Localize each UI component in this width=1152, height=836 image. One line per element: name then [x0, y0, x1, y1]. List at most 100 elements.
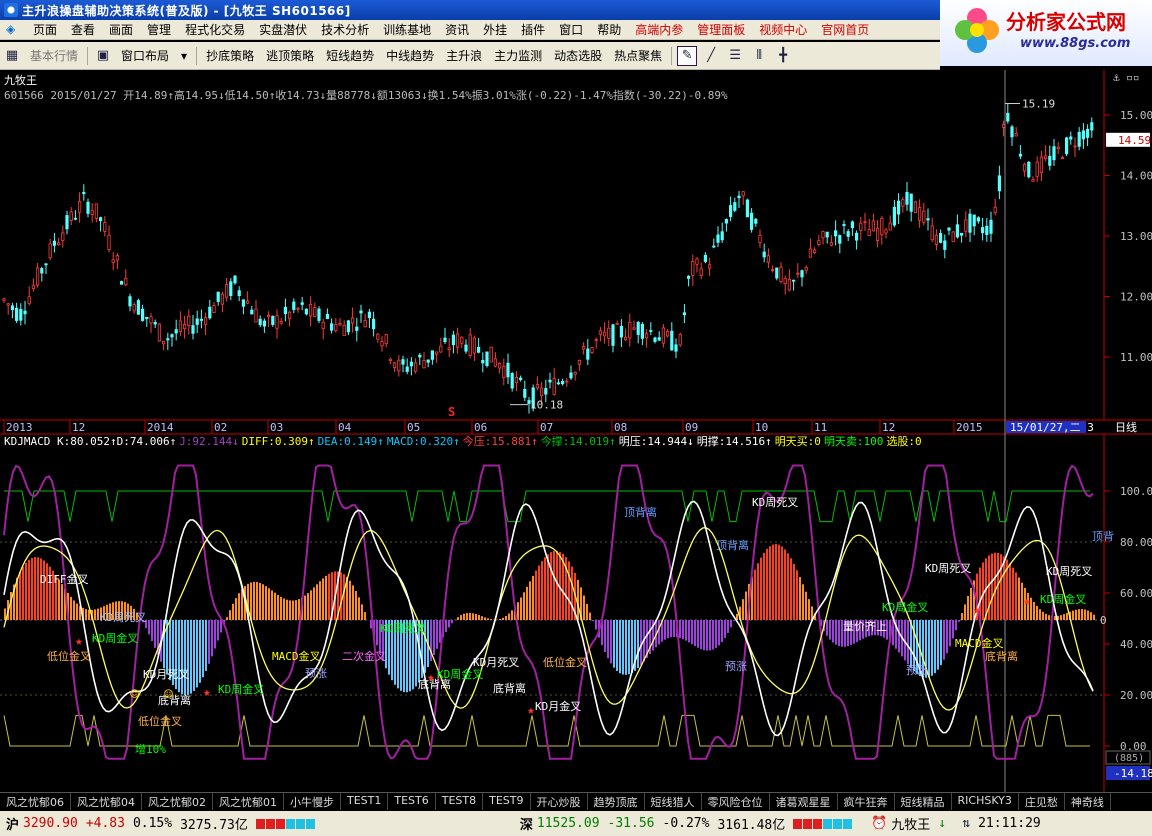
strategy-button[interactable]: 主力监测 — [488, 45, 548, 66]
indicator-value: 今压:15.881↑ — [462, 435, 538, 448]
menu-item[interactable]: 插件 — [514, 21, 552, 38]
candle-body — [44, 263, 48, 266]
chart-canvas[interactable]: 15.00 14.00 13.00 12.00 11.00 14.59 15.19 10.18… — [0, 70, 1152, 792]
strategy-button[interactable]: 抄底策略 — [200, 45, 260, 66]
candle-body — [216, 291, 220, 302]
anchor-icon[interactable]: ⚓ ▫▫ — [1113, 71, 1140, 84]
strategy-button[interactable]: 短线趋势 — [320, 45, 380, 66]
menu-item[interactable]: 帮助 — [590, 21, 628, 38]
candle-body — [36, 267, 40, 286]
macd-bar — [799, 577, 801, 620]
menu-item-red[interactable]: 官网首页 — [814, 21, 876, 38]
macd-bar — [304, 595, 306, 620]
candle-body — [317, 308, 321, 321]
formula-tab[interactable]: 风之忧郁04 — [71, 793, 142, 810]
candle-body — [69, 211, 73, 221]
formula-tab[interactable]: TEST8 — [436, 793, 484, 810]
chart-area[interactable]: 15.00 14.00 13.00 12.00 11.00 14.59 15.19 10.18… — [0, 70, 1152, 792]
status-stock[interactable]: 九牧王 — [891, 814, 930, 833]
candle-body — [161, 340, 166, 345]
candle-body — [611, 324, 615, 346]
macd-bar — [1090, 612, 1092, 620]
cross-tool-icon[interactable]: ╋ — [773, 46, 793, 66]
formula-tab[interactable]: 短线精品 — [895, 793, 952, 810]
candle-body — [640, 323, 645, 339]
formula-tab[interactable]: 短线猎人 — [645, 793, 702, 810]
window-layout-button[interactable]: 窗口布局 — [115, 45, 175, 66]
formula-tab[interactable]: 零风险仓位 — [702, 793, 770, 810]
formula-tab[interactable]: TEST6 — [388, 793, 436, 810]
candle-body — [153, 321, 157, 325]
macd-bar — [322, 578, 324, 620]
formula-tab[interactable]: 趋势顶底 — [588, 793, 645, 810]
menu-item[interactable]: 资讯 — [438, 21, 476, 38]
candle-body — [1069, 136, 1073, 140]
strategy-button[interactable]: 中线趋势 — [380, 45, 440, 66]
menu-item[interactable]: 管理 — [140, 21, 178, 38]
candle-body — [800, 270, 804, 278]
macd-bar — [760, 557, 762, 620]
menu-item[interactable]: 技术分析 — [314, 21, 376, 38]
macd-bar — [376, 620, 378, 646]
list-tool-icon[interactable]: ☰ — [725, 46, 745, 66]
candle-body — [464, 344, 468, 352]
draw-tool-icon[interactable]: ✎ — [677, 45, 698, 66]
candle-body — [497, 362, 502, 369]
strategy-button[interactable]: 主升浪 — [440, 45, 488, 66]
menu-item[interactable]: 训练基地 — [376, 21, 438, 38]
formula-tab[interactable]: 风之忧郁01 — [213, 793, 284, 810]
candle-body — [279, 321, 283, 324]
candle-body — [292, 301, 296, 310]
grid-icon[interactable]: ▦ — [2, 46, 22, 66]
candle-body — [670, 330, 674, 351]
menu-item[interactable]: 页面 — [26, 21, 64, 38]
macd-bar — [355, 590, 357, 620]
buy-signal-line — [4, 490, 1090, 523]
candle-body — [598, 330, 603, 335]
ad-logo[interactable]: 分析家公式网 www.88gs.com — [940, 0, 1152, 66]
candle-body — [510, 373, 514, 389]
candle-body — [476, 346, 481, 353]
formula-tab[interactable]: 疯牛狂奔 — [838, 793, 895, 810]
formula-tab[interactable]: 风之忧郁06 — [0, 793, 71, 810]
menu-item[interactable]: 窗口 — [552, 21, 590, 38]
formula-tab[interactable]: 小牛慢步 — [284, 793, 341, 810]
menu-logo-icon[interactable]: ◈ — [6, 22, 24, 38]
line-tool-icon[interactable]: ╱ — [701, 46, 721, 66]
menu-item-red[interactable]: 视频中心 — [752, 21, 814, 38]
window-layout-dropdown-icon[interactable]: ▾ — [175, 47, 193, 65]
candle-body — [338, 322, 342, 326]
candle-body — [582, 346, 586, 350]
smiley-marker-icon: ☺ — [130, 685, 139, 703]
formula-tab[interactable]: 开心炒股 — [531, 793, 588, 810]
menu-item[interactable]: 查看 — [64, 21, 102, 38]
menu-item[interactable]: 画面 — [102, 21, 140, 38]
formula-tab[interactable]: 风之忧郁02 — [142, 793, 213, 810]
ad-url[interactable]: www.88gs.com — [1020, 36, 1130, 51]
formula-tab[interactable]: 神奇线 — [1065, 793, 1111, 810]
candle-body — [792, 279, 796, 282]
menu-item-red[interactable]: 管理面板 — [690, 21, 752, 38]
bars-tool-icon[interactable]: ⦀ — [749, 46, 769, 66]
menu-item[interactable]: 实盘潜伏 — [252, 21, 314, 38]
menu-item[interactable]: 外挂 — [476, 21, 514, 38]
menu-item-red[interactable]: 高端内参 — [628, 21, 690, 38]
macd-bar — [283, 598, 285, 620]
formula-tab[interactable]: TEST1 — [341, 793, 389, 810]
strategy-button[interactable]: 热点聚焦 — [608, 45, 668, 66]
formula-tab[interactable]: TEST9 — [483, 793, 531, 810]
macd-bar — [991, 553, 993, 620]
formula-tab[interactable]: 诸葛观星星 — [770, 793, 838, 810]
candle-body — [628, 322, 632, 339]
macd-bar — [85, 609, 87, 620]
basic-quote-button[interactable]: 基本行情 — [24, 45, 84, 66]
formula-tab[interactable]: RICHSKY3 — [952, 793, 1019, 810]
signal-annotation: MACD金叉 — [955, 636, 1004, 650]
strategy-button[interactable]: 动态选股 — [548, 45, 608, 66]
sh-change: +4.83 — [85, 816, 125, 831]
strategy-button[interactable]: 逃顶策略 — [260, 45, 320, 66]
alarm-icon[interactable]: ⏰ — [869, 814, 889, 834]
formula-tab[interactable]: 庄见愁 — [1019, 793, 1065, 810]
menu-item[interactable]: 程式化交易 — [178, 21, 252, 38]
window-layout-icon[interactable]: ▣ — [93, 46, 113, 66]
